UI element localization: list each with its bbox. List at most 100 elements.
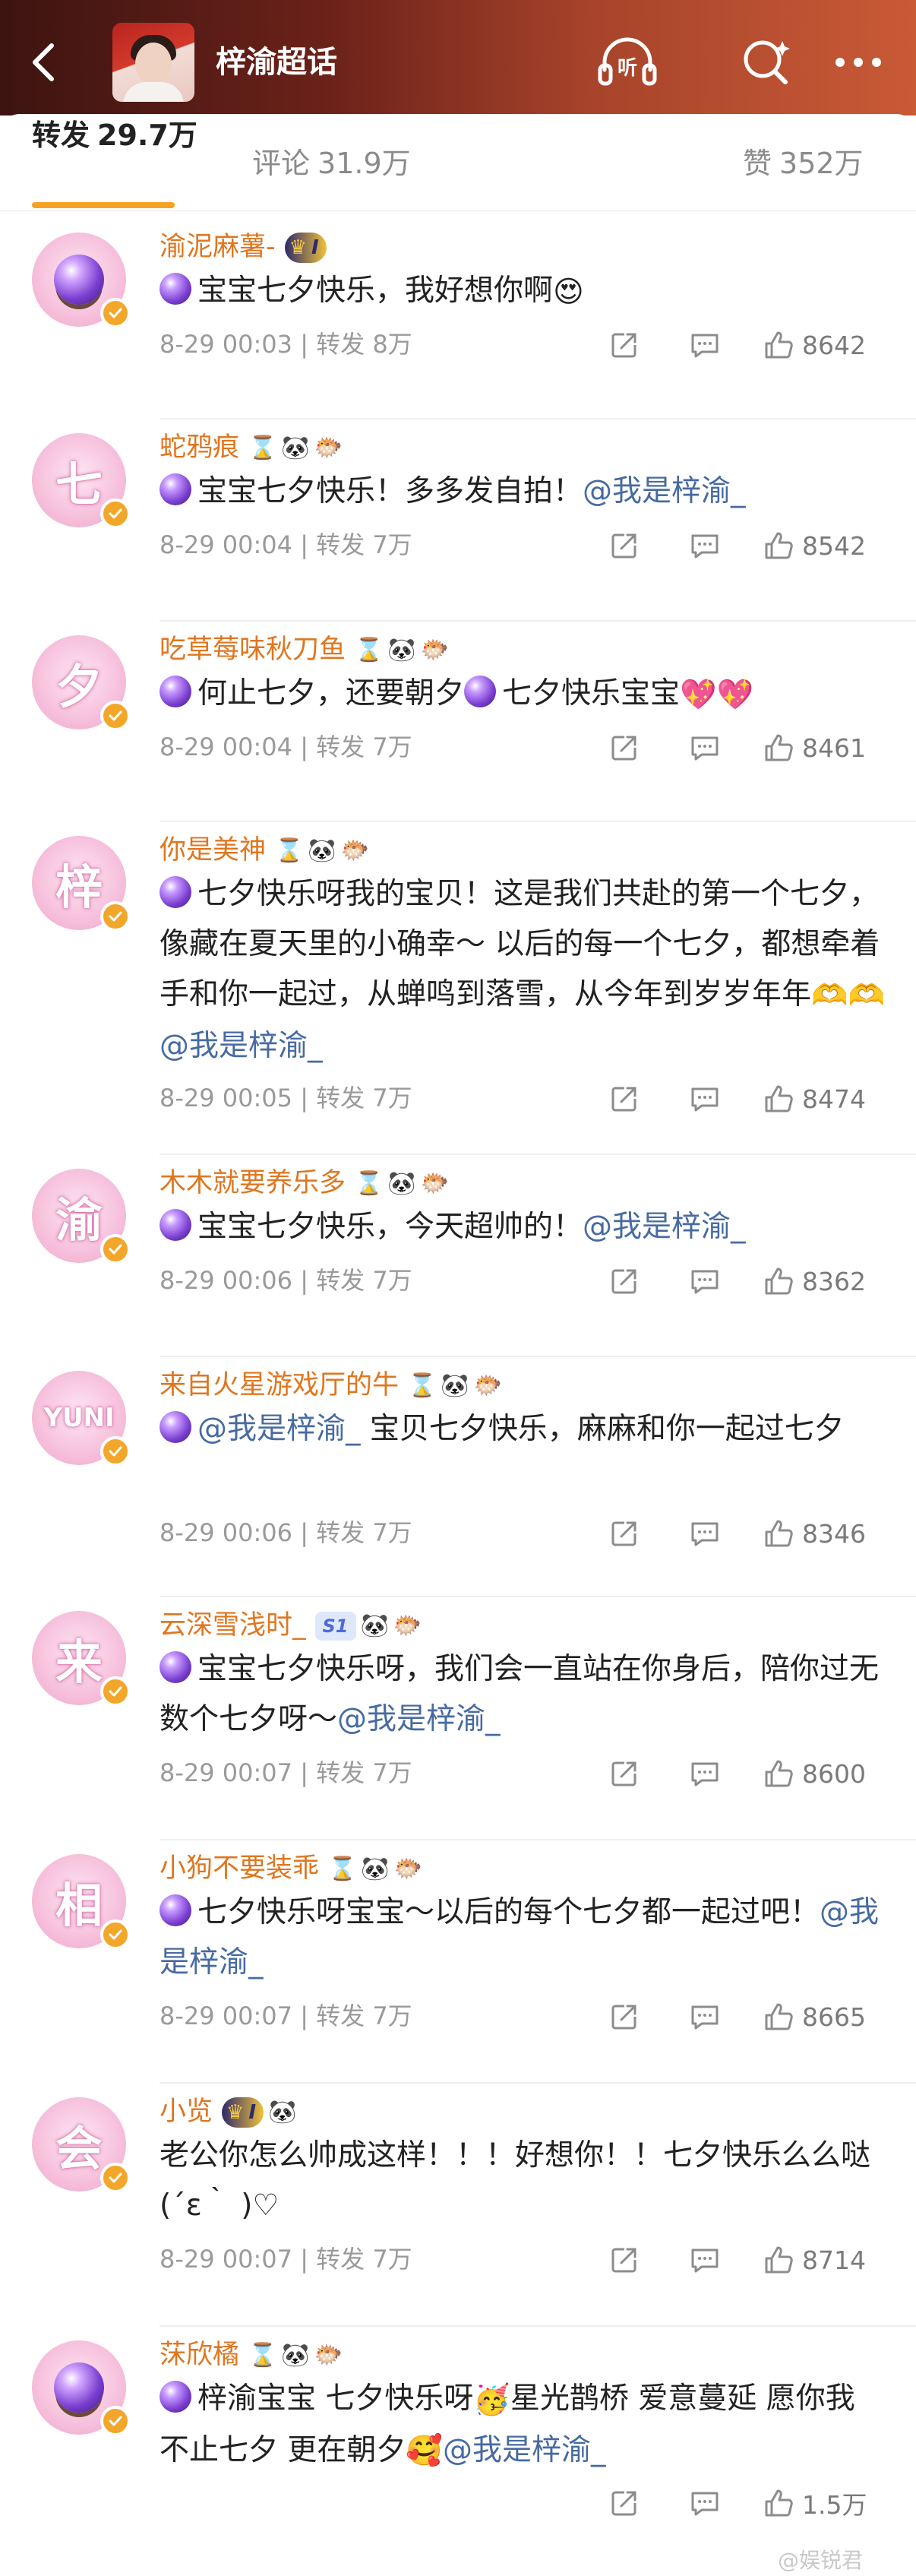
user-avatar[interactable]: 夕	[32, 635, 131, 731]
repost-count: 转发 7万	[316, 1266, 412, 1295]
comment-icon	[691, 534, 719, 559]
repost-count: 转发 7万	[316, 2245, 412, 2274]
username[interactable]: 来自火星游戏厅的牛 ⌛ 🐼 🐡	[160, 1366, 502, 1405]
username-text[interactable]: 来自火星游戏厅的牛	[160, 1370, 399, 1400]
username[interactable]: 小狗不要装乖 ⌛ 🐼 🐡	[160, 1850, 422, 1888]
like-button[interactable]: 8542	[763, 524, 866, 567]
text-segment: 宝宝七夕快乐，我好想你啊	[197, 274, 554, 308]
crown-level-badge: ♛ I	[284, 233, 327, 263]
like-button[interactable]: 8642	[763, 324, 866, 366]
username-text[interactable]: 吃草莓味秋刀鱼	[160, 635, 346, 665]
like-button[interactable]: 1.5万	[763, 2482, 867, 2524]
comment-button[interactable]	[688, 1752, 722, 1795]
like-button[interactable]: 8474	[763, 1078, 866, 1120]
username[interactable]: 小览 ♛ I 🐼	[160, 2093, 296, 2131]
comment-button[interactable]	[688, 1512, 722, 1555]
like-button[interactable]: 8714	[763, 2239, 866, 2281]
comment-button[interactable]	[688, 2482, 722, 2524]
avatar-glyph: 七	[55, 457, 103, 512]
action-bar: 8665	[608, 1995, 889, 2038]
mention-link[interactable]: @我是梓渝_	[160, 1029, 323, 1063]
verified-badge-icon	[100, 1676, 131, 1707]
like-button[interactable]: 8346	[763, 1512, 866, 1555]
comment-button[interactable]	[688, 524, 722, 567]
username[interactable]: 渝泥麻薯- ♛ I	[160, 228, 327, 266]
mention-link[interactable]: @我是梓渝_	[337, 1702, 501, 1736]
thumbs-up-icon	[765, 532, 793, 559]
mention-link[interactable]: @我是梓渝_	[197, 1412, 361, 1446]
fish-badge-icon: 🐡	[420, 637, 450, 663]
user-avatar[interactable]: YUNI	[32, 1371, 131, 1467]
like-button[interactable]: 8600	[763, 1752, 866, 1795]
like-button[interactable]: 8665	[763, 1995, 866, 2038]
username-text[interactable]: 渝泥麻薯-	[160, 232, 276, 262]
mention-link[interactable]: @我是梓渝_	[443, 2433, 606, 2467]
item-divider	[160, 1839, 916, 1840]
supertopic-avatar[interactable]	[112, 23, 194, 102]
share-button[interactable]	[608, 324, 641, 366]
username-text[interactable]: 木木就要养乐多	[160, 1168, 346, 1198]
tab-comments[interactable]: 评论 31.9万	[252, 143, 411, 184]
share-button[interactable]	[608, 2482, 641, 2524]
emoji: 🫶🫶	[811, 978, 886, 1013]
share-button[interactable]	[608, 726, 641, 769]
username[interactable]: 你是美神 ⌛ 🐼 🐡	[160, 831, 369, 870]
mention-link[interactable]: @我是梓渝_	[583, 1210, 746, 1244]
active-tab-indicator	[32, 202, 175, 208]
avatar-glyph: 会	[55, 2121, 103, 2176]
share-button[interactable]	[608, 524, 641, 567]
back-button[interactable]	[21, 35, 67, 90]
comment-button[interactable]	[688, 1995, 722, 2038]
action-bar: 8461	[608, 726, 889, 769]
username-text[interactable]: 云深雪浅时_	[160, 1610, 306, 1641]
thumbs-up-icon	[765, 2003, 793, 2030]
share-button[interactable]	[608, 1260, 641, 1302]
user-avatar[interactable]	[32, 233, 131, 328]
more-button[interactable]	[823, 27, 893, 97]
username[interactable]: 云深雪浅时_ S1 🐼 🐡	[160, 1606, 422, 1645]
like-button[interactable]: 8362	[763, 1260, 866, 1302]
username[interactable]: 莯欣橘 ⌛ 🐼 🐡	[160, 2336, 343, 2375]
meta-separator: |	[292, 733, 317, 761]
user-avatar[interactable]: 相	[32, 1854, 131, 1950]
like-count: 8600	[802, 1758, 866, 1789]
username-text[interactable]: 莯欣橘	[160, 2340, 239, 2370]
verified-badge-icon	[100, 1234, 131, 1264]
text-segment: 老公你怎么帅成这样！！！好想你！！七夕快乐么么哒(´ε｀ )♡	[160, 2138, 871, 2223]
comment-button[interactable]	[688, 726, 722, 769]
listen-button[interactable]: 听	[592, 27, 662, 97]
user-avatar[interactable]: 会	[32, 2097, 131, 2193]
username[interactable]: 蛇鸦痕 ⌛ 🐼 🐡	[160, 429, 343, 467]
username-text[interactable]: 你是美神	[160, 835, 266, 866]
username[interactable]: 吃草莓味秋刀鱼 ⌛ 🐼 🐡	[160, 631, 449, 669]
user-avatar[interactable]: 来	[32, 1611, 131, 1707]
tab-likes[interactable]: 赞 352万	[743, 143, 864, 184]
username[interactable]: 木木就要养乐多 ⌛ 🐼 🐡	[160, 1164, 449, 1203]
user-avatar[interactable]: 渝	[32, 1169, 131, 1264]
comment-button[interactable]	[688, 1078, 722, 1120]
user-avatar[interactable]: 梓	[32, 836, 131, 932]
comment-button[interactable]	[688, 324, 722, 366]
share-button[interactable]	[608, 1752, 641, 1795]
username-text[interactable]: 小狗不要装乖	[160, 1853, 319, 1884]
hourglass-badge-icon: ⌛	[248, 2342, 277, 2369]
comment-button[interactable]	[688, 2239, 722, 2281]
share-button[interactable]	[608, 1512, 641, 1555]
user-avatar[interactable]: 七	[32, 433, 131, 529]
search-button[interactable]	[731, 27, 801, 97]
comment-button[interactable]	[688, 1260, 722, 1302]
item-divider	[160, 2325, 916, 2327]
share-button[interactable]	[608, 1995, 641, 2038]
text-segment: 宝宝七夕快乐，今天超帅的！	[197, 1210, 583, 1244]
username-text[interactable]: 小览	[160, 2097, 213, 2127]
share-button[interactable]	[608, 2239, 641, 2281]
username-text[interactable]: 蛇鸦痕	[160, 432, 239, 463]
fish-badge-icon: 🐡	[314, 2342, 343, 2369]
mention-link[interactable]: @我是梓渝_	[583, 474, 746, 508]
like-count: 8714	[802, 2245, 866, 2275]
repost-count: 转发 7万	[316, 2002, 412, 2030]
share-button[interactable]	[608, 1078, 641, 1120]
user-avatar[interactable]	[32, 2340, 131, 2436]
tab-repost[interactable]: 转发 29.7万	[32, 114, 197, 157]
like-button[interactable]: 8461	[763, 726, 866, 769]
